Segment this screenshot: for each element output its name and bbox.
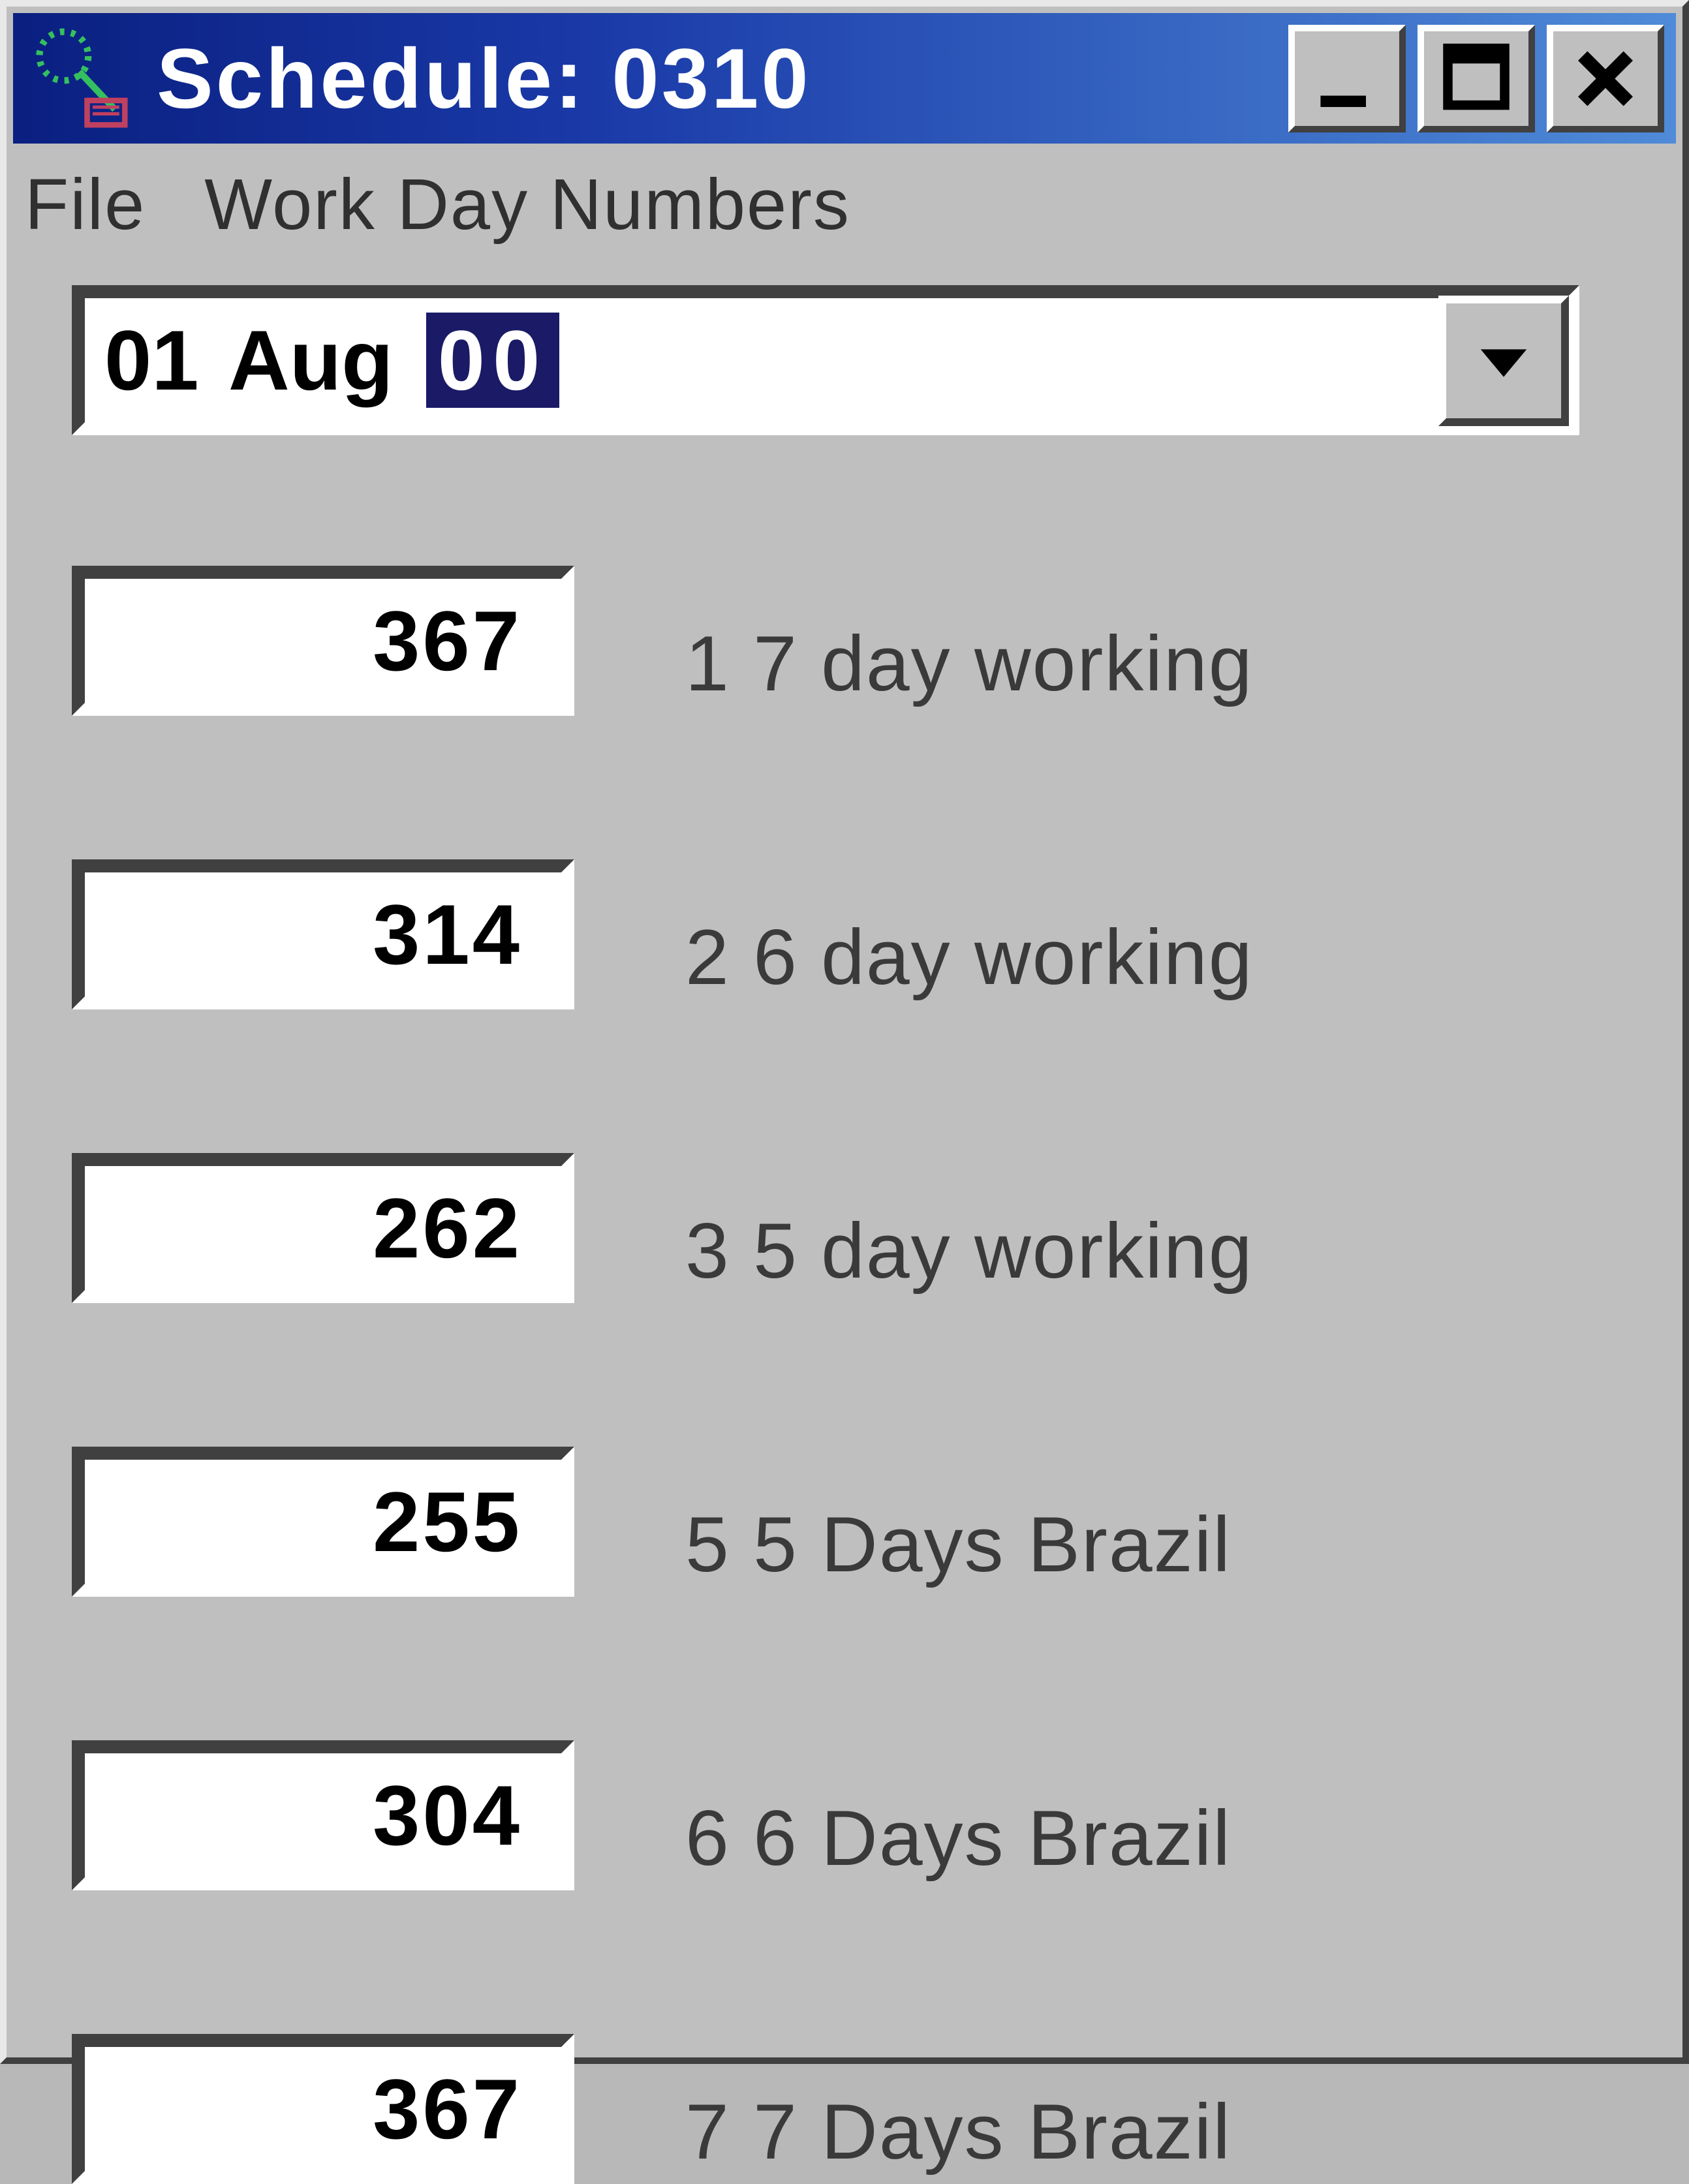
titlebar: Schedule: 0310 <box>13 13 1676 144</box>
date-dropdown[interactable]: 01 Aug 00 <box>72 285 1579 435</box>
client-area: 01 Aug 00 367 1 7 day working 314 2 6 da… <box>7 285 1682 2184</box>
list-item: 262 3 5 day working <box>72 1153 1617 1303</box>
value-field[interactable]: 314 <box>72 859 574 1009</box>
date-prefix: 01 Aug <box>104 313 394 408</box>
close-button[interactable] <box>1547 25 1664 132</box>
menubar: File Work Day Numbers <box>25 150 1664 285</box>
app-window: Schedule: 0310 File Work Day Numbers 01 … <box>0 0 1689 2064</box>
menu-work-day-numbers[interactable]: Work Day Numbers <box>204 163 850 246</box>
list-item: 367 7 7 Days Brazil <box>72 2034 1617 2184</box>
app-icon <box>26 23 137 134</box>
value-field[interactable]: 255 <box>72 1447 574 1597</box>
workday-list: 367 1 7 day working 314 2 6 day working … <box>72 566 1617 2184</box>
dropdown-button[interactable] <box>1438 296 1569 426</box>
list-item: 304 6 6 Days Brazil <box>72 1740 1617 1890</box>
window-title: Schedule: 0310 <box>157 29 1288 127</box>
value-label: 1 7 day working <box>685 619 1253 709</box>
list-item: 255 5 5 Days Brazil <box>72 1447 1617 1597</box>
minimize-button[interactable] <box>1288 25 1406 132</box>
maximize-button[interactable] <box>1418 25 1535 132</box>
list-item: 367 1 7 day working <box>72 566 1617 716</box>
value-label: 6 6 Days Brazil <box>685 1793 1232 1883</box>
value-label: 3 5 day working <box>685 1206 1253 1296</box>
date-dropdown-text: 01 Aug 00 <box>85 311 559 409</box>
value-field[interactable]: 262 <box>72 1153 574 1303</box>
value-label: 7 7 Days Brazil <box>685 2087 1232 2177</box>
window-controls <box>1288 25 1664 132</box>
value-label: 5 5 Days Brazil <box>685 1500 1232 1590</box>
date-selected-year: 00 <box>426 313 560 408</box>
value-field[interactable]: 304 <box>72 1740 574 1890</box>
value-field[interactable]: 367 <box>72 566 574 716</box>
value-field[interactable]: 367 <box>72 2034 574 2184</box>
menu-file[interactable]: File <box>25 163 146 246</box>
list-item: 314 2 6 day working <box>72 859 1617 1009</box>
value-label: 2 6 day working <box>685 912 1253 1002</box>
